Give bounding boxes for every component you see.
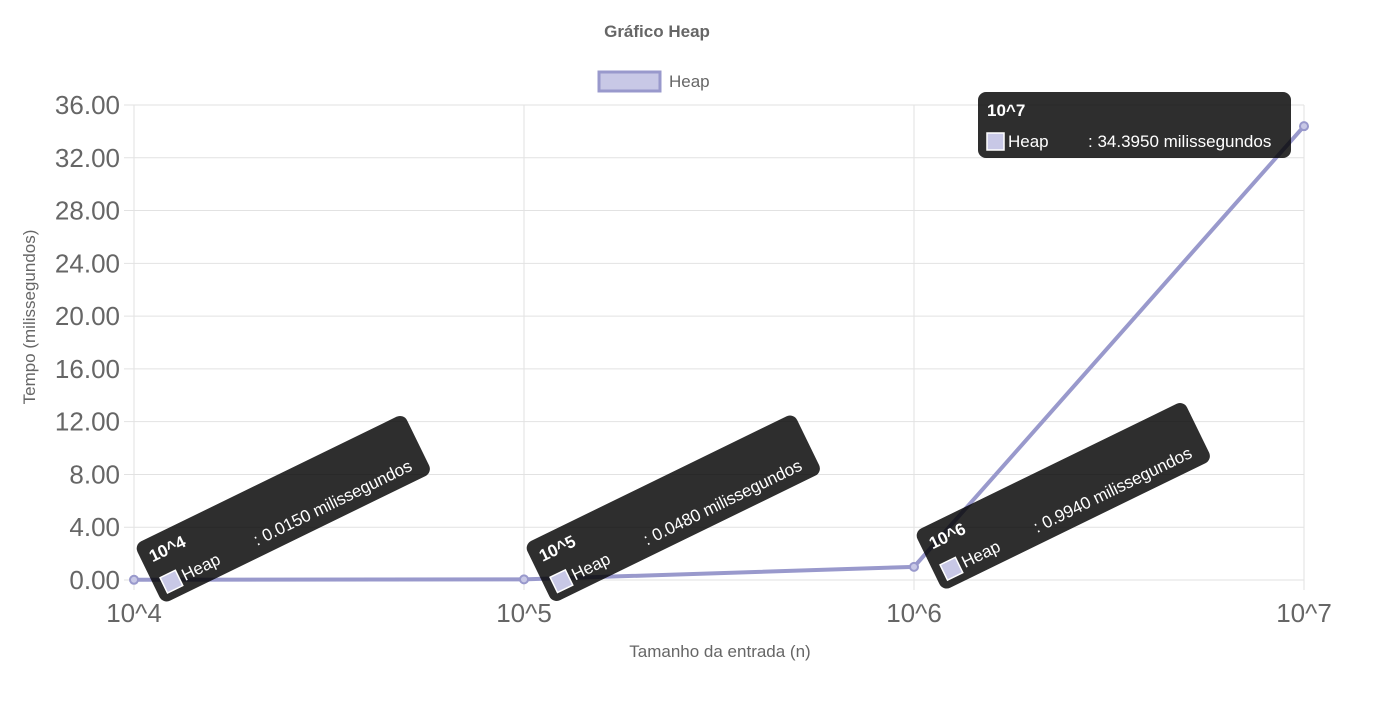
legend-label: Heap (669, 72, 710, 91)
x-axis: 10^4 10^5 10^6 10^7 (106, 598, 1332, 628)
line-chart: Gráfico Heap Heap 0.00 4.00 8.00 12.00 16.00… (20, 22, 1332, 661)
chart-title: Gráfico Heap (604, 22, 710, 41)
legend-swatch (597, 70, 662, 93)
tooltip: 10^6Heap: 0.9940 milissegundos (916, 403, 1210, 589)
y-tick-label: 0.00 (69, 565, 120, 595)
tooltip-value: : 34.3950 milissegundos (1088, 132, 1271, 151)
tooltip-title: 10^7 (987, 101, 1025, 120)
x-tick-label: 10^6 (886, 598, 942, 628)
y-tick-label: 12.00 (55, 407, 120, 437)
y-axis: 0.00 4.00 8.00 12.00 16.00 20.00 24.00 28.00 32.… (55, 90, 120, 595)
legend[interactable]: Heap (597, 70, 710, 93)
data-point[interactable] (129, 574, 139, 585)
tooltip-box (136, 415, 430, 602)
y-tick-label: 20.00 (55, 301, 120, 331)
chart-container: Gráfico Heap Heap 0.00 4.00 8.00 12.00 16.00… (0, 0, 1397, 701)
x-axis-label: Tamanho da entrada (n) (629, 642, 810, 661)
tooltip: 10^7 Heap : 34.3950 milissegundos (978, 92, 1291, 158)
data-point[interactable] (1299, 121, 1309, 132)
data-point[interactable] (519, 574, 529, 585)
y-axis-label: Tempo (milissegundos) (20, 230, 39, 405)
y-tick-label: 24.00 (55, 248, 120, 278)
tooltip-series: Heap (1008, 132, 1049, 151)
tooltip-swatch (986, 132, 1005, 151)
x-tick-label: 10^7 (1276, 598, 1332, 628)
y-tick-label: 4.00 (69, 512, 120, 542)
y-tick-label: 32.00 (55, 143, 120, 173)
x-tick-label: 10^4 (106, 598, 162, 628)
y-tick-label: 8.00 (69, 459, 120, 489)
y-tick-label: 36.00 (55, 90, 120, 120)
y-tick-label: 28.00 (55, 196, 120, 226)
tooltip-box (916, 403, 1210, 589)
x-tick-label: 10^5 (496, 598, 552, 628)
tooltip: 10^4Heap: 0.0150 milissegundos (136, 415, 430, 602)
y-tick-label: 16.00 (55, 354, 120, 384)
data-point[interactable] (909, 561, 919, 572)
